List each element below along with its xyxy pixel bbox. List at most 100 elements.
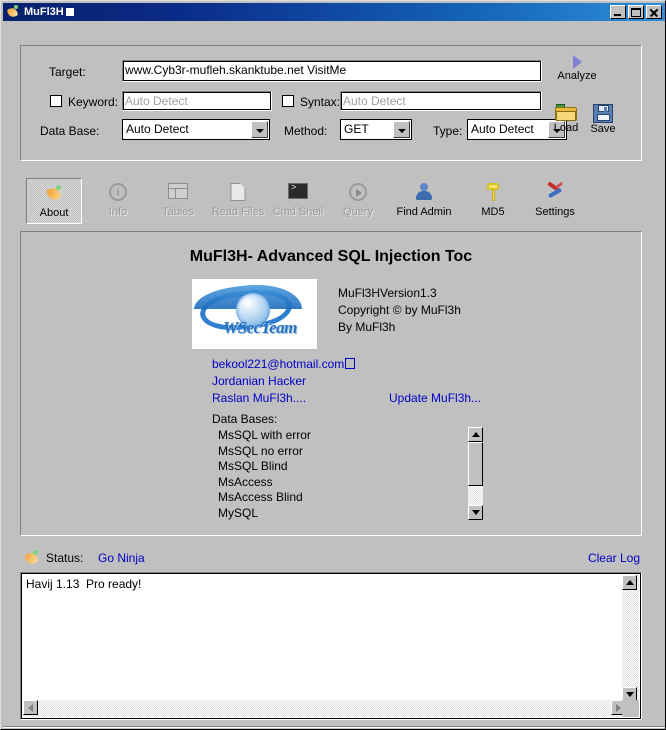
tab-read-files[interactable]: Read Files (210, 178, 266, 224)
wsecteam-logo: WSecTeam (192, 279, 317, 349)
log-textarea[interactable]: Havij 1.13 Pro ready! (20, 572, 642, 720)
keyword-checkbox[interactable] (50, 95, 62, 107)
log-vertical-scrollbar[interactable] (622, 575, 639, 702)
application-window: MuFl3H Target: www.Cyb3r-mufleh.skanktub… (0, 0, 666, 730)
window-title: MuFl3H (24, 6, 74, 18)
tab-cmd-shell-label: Cmd Shell (272, 206, 324, 218)
databases-label: Data Bases: (212, 412, 278, 426)
key-icon (465, 182, 521, 204)
syntax-checkbox[interactable] (282, 95, 294, 107)
list-item[interactable]: MsSQL with error (212, 428, 488, 444)
tab-query-label: Query (343, 206, 373, 218)
version-line: MuFl3HVersion1.3 (338, 286, 437, 300)
title-bar[interactable]: MuFl3H (3, 3, 665, 21)
tab-find-admin[interactable]: Find Admin (388, 178, 460, 224)
maximize-button[interactable] (628, 5, 644, 19)
tab-about[interactable]: About (26, 178, 82, 224)
analyze-label: Analyze (557, 70, 597, 82)
tab-tables[interactable]: Tables (150, 178, 206, 224)
databases-scrollbar[interactable] (467, 426, 484, 521)
list-item[interactable]: MySQL (212, 506, 488, 521)
tools-icon (523, 181, 587, 204)
database-select[interactable]: Auto Detect (122, 119, 270, 140)
type-label: Type: (433, 124, 463, 138)
log-text: Havij 1.13 Pro ready! (26, 577, 142, 591)
tab-query[interactable]: Query (330, 178, 386, 224)
status-badge: Go Ninja (98, 551, 145, 565)
query-icon (330, 182, 386, 204)
email-link[interactable]: bekool221@hotmail.com (212, 356, 356, 372)
method-select[interactable]: GET (340, 119, 412, 140)
close-button[interactable] (646, 5, 662, 19)
databases-list[interactable]: MsSQL with error MsSQL no error MsSQL Bl… (212, 428, 488, 520)
clear-log-link[interactable]: Clear Log (588, 551, 640, 565)
tab-settings[interactable]: Settings (523, 178, 587, 224)
tab-md5[interactable]: MD5 (465, 178, 521, 224)
chevron-down-icon[interactable] (393, 121, 410, 138)
copyright-line: Copyright © by MuFl3h (338, 303, 461, 317)
tab-info-label: Info (108, 206, 128, 218)
database-select-value: Auto Detect (126, 122, 189, 136)
update-link[interactable]: Update MuFl3h... (389, 390, 481, 406)
status-label: Status: (46, 551, 84, 565)
client-area: Target: www.Cyb3r-mufleh.skanktube.net V… (3, 23, 665, 729)
list-item[interactable]: MsSQL no error (212, 444, 488, 460)
tab-about-label: About (39, 207, 69, 219)
window-controls (610, 5, 662, 19)
tab-md5-label: MD5 (481, 206, 505, 218)
analyze-button[interactable]: Analyze (552, 54, 602, 82)
tab-tables-label: Tables (162, 206, 194, 218)
logo-wordmark: WSecTeam (223, 318, 297, 337)
title-missing-glyph (65, 8, 74, 17)
target-label: Target: (49, 65, 86, 79)
tab-info[interactable]: i Info (90, 178, 146, 224)
database-label: Data Base: (40, 124, 100, 138)
scroll-up-button[interactable] (622, 575, 637, 590)
divider (3, 727, 665, 728)
method-label: Method: (284, 124, 328, 138)
about-panel: MuFl3H- Advanced SQL Injection Toc WSecT… (20, 231, 642, 536)
scroll-left-button[interactable] (23, 700, 38, 715)
list-item[interactable]: MsAccess (212, 475, 488, 491)
chevron-down-icon[interactable] (251, 121, 268, 138)
method-select-value: GET (344, 122, 369, 136)
target-input[interactable]: www.Cyb3r-mufleh.skanktube.net VisitMe (122, 60, 542, 82)
keyword-label: Keyword: (68, 95, 119, 109)
author-line: By MuFl3h (338, 320, 396, 334)
status-row: Status: Go Ninja Clear Log (20, 548, 642, 568)
list-item[interactable]: MsAccess Blind (212, 490, 488, 506)
scrollbar-thumb[interactable] (468, 442, 483, 486)
scroll-down-button[interactable] (468, 505, 483, 520)
syntax-input[interactable]: Auto Detect (340, 91, 542, 111)
target-form-group: Target: www.Cyb3r-mufleh.skanktube.net V… (20, 45, 642, 161)
raslan-link[interactable]: Raslan MuFl3h.... (212, 390, 306, 406)
info-icon: i (90, 182, 146, 204)
folder-open-icon (555, 104, 577, 122)
floppy-disk-icon (593, 104, 613, 123)
scroll-up-button[interactable] (468, 427, 483, 442)
keyword-input[interactable]: Auto Detect (122, 91, 272, 111)
status-icon (23, 550, 39, 566)
missing-glyph-icon (345, 358, 356, 369)
page-title: MuFl3H- Advanced SQL Injection Toc (189, 248, 473, 265)
save-button[interactable]: Save (586, 104, 620, 135)
minimize-button[interactable] (610, 5, 626, 19)
save-label: Save (590, 123, 616, 135)
document-icon (210, 182, 266, 204)
tab-read-files-label: Read Files (211, 206, 265, 218)
about-icon (27, 183, 81, 205)
list-item[interactable]: MsSQL Blind (212, 459, 488, 475)
app-icon (5, 5, 21, 19)
user-icon (388, 182, 460, 204)
terminal-icon (270, 182, 326, 204)
tab-settings-label: Settings (535, 206, 575, 218)
load-label: Load (553, 122, 579, 134)
scrollbar-corner (622, 700, 639, 717)
play-icon (571, 54, 584, 70)
jordanian-hacker-link[interactable]: Jordanian Hacker (212, 373, 306, 389)
load-button[interactable]: Load (549, 104, 583, 134)
tab-cmd-shell[interactable]: Cmd Shell (270, 178, 326, 224)
tab-strip: About i Info Tables Read Files Cmd Shell… (20, 178, 642, 228)
tables-icon (150, 182, 206, 204)
log-horizontal-scrollbar[interactable] (23, 700, 626, 717)
